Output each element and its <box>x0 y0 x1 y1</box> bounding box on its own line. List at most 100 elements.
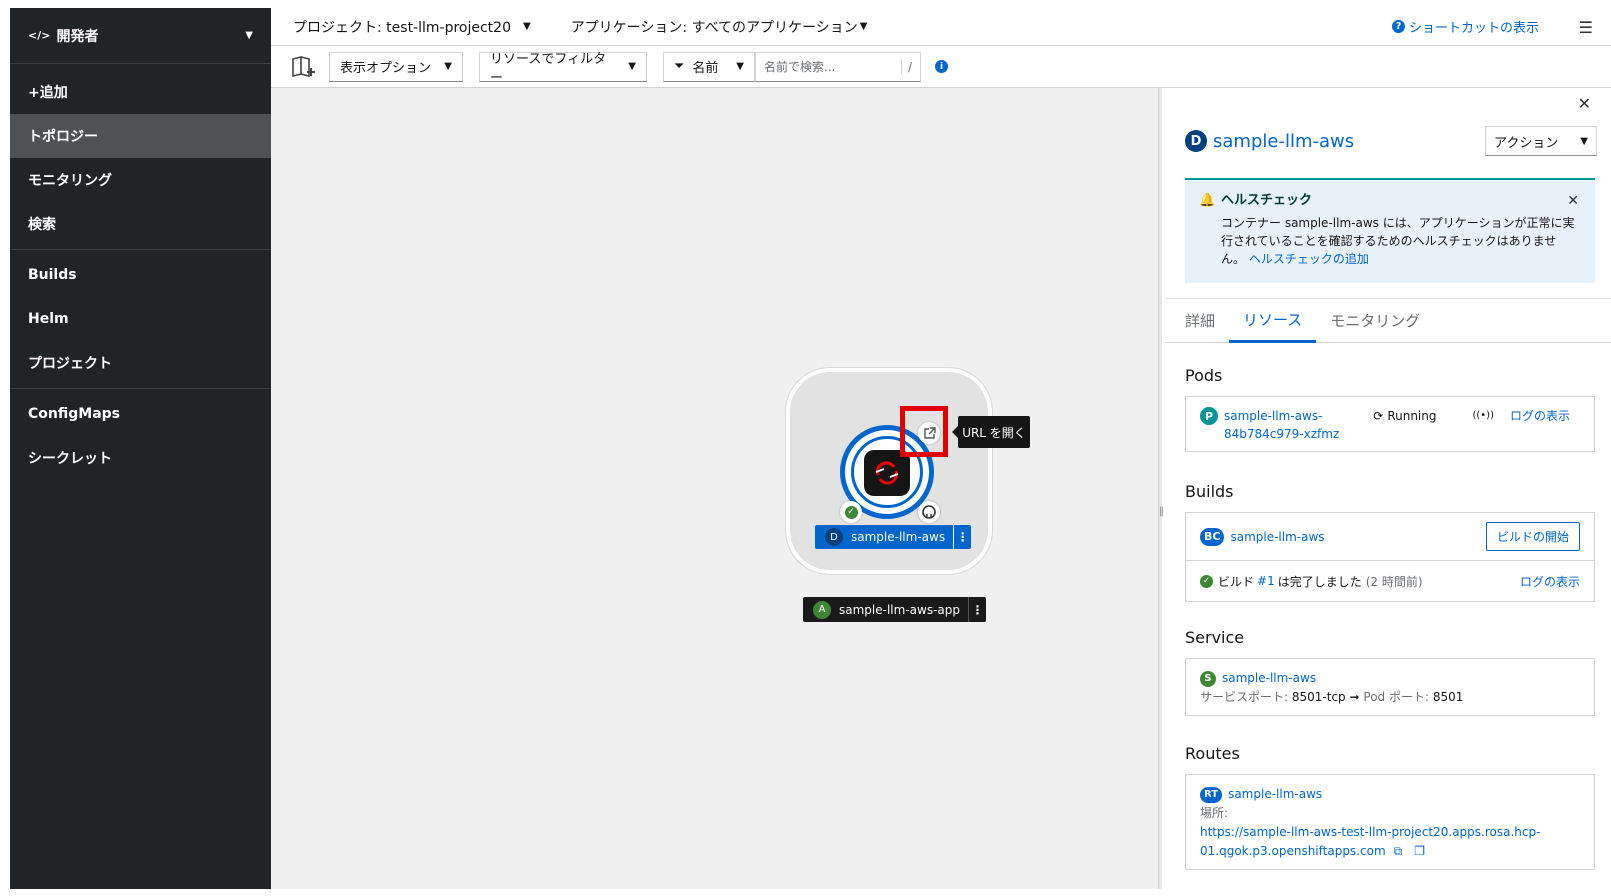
service-name[interactable]: sample-llm-aws <box>1222 669 1316 688</box>
check-circle-icon: ✓ <box>1200 574 1213 588</box>
copy-icon[interactable]: ❐ <box>1414 842 1425 861</box>
caret-down-icon: ▼ <box>522 21 531 32</box>
shortcuts-link[interactable]: ? ショートカットの表示 <box>1391 17 1539 36</box>
sidebar-item-configmaps[interactable]: ConfigMaps <box>10 392 271 436</box>
service-badge: S <box>1200 670 1216 687</box>
application-selector-label: アプリケーション: すべてのアプリケーション <box>570 19 858 36</box>
build-prefix: ビルド <box>1218 574 1255 589</box>
sidebar-item-helm[interactable]: Helm <box>10 297 271 341</box>
question-circle-icon: ? <box>1391 20 1405 33</box>
build-row: ✓ ビルド #1 は完了しました (2 時間前) ログの表示 <box>1186 561 1594 601</box>
external-link-icon[interactable]: ⧉ <box>1394 842 1403 861</box>
sidebar: </> 開発者 ▼ +追加 トポロジー モニタリング 検索 Builds Hel… <box>10 8 271 889</box>
route-badge: RT <box>1200 786 1223 803</box>
sidebar-divider <box>10 388 271 389</box>
sidebar-item-monitoring[interactable]: モニタリング <box>10 158 271 202</box>
sidebar-item-add[interactable]: +追加 <box>10 70 271 114</box>
filter-resources-dropdown[interactable]: リソースでフィルター ▼ <box>479 51 647 86</box>
route-name[interactable]: sample-llm-aws <box>1228 785 1322 804</box>
deployment-badge: D <box>1185 130 1207 152</box>
pod-badge: P <box>1200 407 1218 425</box>
route-card: RT sample-llm-aws 場所: https://sample-llm… <box>1185 774 1595 870</box>
perspective-switcher[interactable]: </> 開発者 ▼ <box>10 8 271 64</box>
close-icon[interactable]: ✕ <box>1567 192 1579 210</box>
sync-icon: ⟳ <box>1373 409 1384 423</box>
quick-search-book-icon[interactable] <box>291 55 317 78</box>
open-url-tooltip: URL を開く <box>952 416 1030 448</box>
sidebar-divider <box>10 249 271 250</box>
filter-type-label: 名前 <box>692 61 719 76</box>
build-config-name[interactable]: sample-llm-aws <box>1230 530 1324 544</box>
tab-monitoring[interactable]: モニタリング <box>1316 299 1434 343</box>
caret-down-icon: ▼ <box>444 61 452 72</box>
filter-resources-label: リソースでフィルター <box>490 51 607 86</box>
builds-section-title: Builds <box>1185 482 1234 501</box>
sidebar-item-builds[interactable]: Builds <box>10 253 271 297</box>
resource-tabs: 詳細 リソース モニタリング <box>1165 298 1611 343</box>
service-port-label: サービスポート: <box>1200 690 1289 704</box>
pod-row: P sample-llm-aws- 84b784c979-xzfmz ⟳ Run… <box>1185 396 1595 452</box>
build-view-logs-link[interactable]: ログの表示 <box>1520 573 1580 590</box>
pod-name-line1[interactable]: sample-llm-aws- <box>1224 407 1339 425</box>
application-name: sample-llm-aws-app <box>839 602 960 617</box>
caret-down-icon: ▼ <box>859 21 868 32</box>
sidebar-item-secrets[interactable]: シークレット <box>10 436 271 480</box>
close-icon[interactable]: ✕ <box>1578 94 1591 113</box>
filter-type-dropdown[interactable]: ⏷ 名前 ▼ <box>663 51 755 82</box>
topology-canvas[interactable] <box>271 88 1159 889</box>
github-icon[interactable] <box>918 501 940 523</box>
service-port-value: 8501-tcp <box>1291 690 1346 704</box>
tab-resources[interactable]: リソース <box>1229 299 1317 343</box>
project-selector-label: プロジェクト: test-llm-project20 <box>293 19 511 36</box>
route-url-line2[interactable]: 01.qgok.p3.openshiftapps.com <box>1200 842 1386 861</box>
pod-status-success-icon[interactable]: ✓ <box>840 501 862 523</box>
shortcuts-label: ショートカットの表示 <box>1408 21 1539 36</box>
build-number-link[interactable]: #1 <box>1257 574 1275 588</box>
caret-down-icon: ▼ <box>1580 135 1588 147</box>
build-suffix: は完了しました <box>1277 574 1362 589</box>
sidebar-item-project[interactable]: プロジェクト <box>10 341 271 385</box>
pod-view-logs-link[interactable]: ログの表示 <box>1510 407 1570 425</box>
service-card: S sample-llm-aws サービスポート: 8501-tcp ➞ Pod… <box>1185 658 1595 716</box>
code-icon: </> <box>28 29 51 42</box>
search-input[interactable]: 名前で検索... / <box>755 51 921 82</box>
resource-header: D sample-llm-aws <box>1185 130 1354 152</box>
route-url-line1[interactable]: https://sample-llm-aws-test-llm-project2… <box>1200 823 1580 842</box>
broadcast-icon: ((•)) <box>1472 410 1494 421</box>
caret-down-icon: ▼ <box>628 61 636 72</box>
resource-title[interactable]: sample-llm-aws <box>1213 131 1354 152</box>
application-selector[interactable]: アプリケーション: すべてのアプリケーション ▼ <box>571 17 868 37</box>
builds-card: BC sample-llm-aws ビルドの開始 ✓ ビルド #1 は完了しまし… <box>1185 512 1595 602</box>
sidebar-item-search[interactable]: 検索 <box>10 202 271 246</box>
display-options-dropdown[interactable]: 表示オプション ▼ <box>329 51 463 82</box>
deployment-node-name: sample-llm-aws <box>851 530 946 544</box>
build-config-row: BC sample-llm-aws ビルドの開始 <box>1186 513 1594 561</box>
add-health-checks-link[interactable]: ヘルスチェックの追加 <box>1249 252 1369 266</box>
application-label[interactable]: A sample-llm-aws-app ⋮ <box>803 597 986 622</box>
sidebar-item-topology[interactable]: トポロジー <box>10 114 271 158</box>
context-bar: プロジェクト: test-llm-project20 ▼ アプリケーション: す… <box>271 8 1611 46</box>
kebab-menu-icon[interactable]: ⋮ <box>953 525 971 549</box>
caret-down-icon: ▼ <box>245 30 253 41</box>
pod-port-label: Pod ポート: <box>1363 690 1430 704</box>
list-view-icon[interactable]: ☰ <box>1579 18 1593 37</box>
deployment-node-label[interactable]: D sample-llm-aws ⋮ <box>815 525 972 549</box>
info-icon[interactable]: i <box>935 60 948 73</box>
panel-resize-handle[interactable]: ‖ <box>1158 88 1164 889</box>
pod-port-value: 8501 <box>1432 690 1464 704</box>
routes-section-title: Routes <box>1185 744 1240 763</box>
start-build-button[interactable]: ビルドの開始 <box>1485 522 1580 551</box>
arrow-right-icon: ➞ <box>1349 690 1360 704</box>
filter-icon: ⏷ <box>674 59 685 74</box>
bell-icon: 🔔 <box>1199 193 1216 208</box>
perspective-label: 開発者 <box>56 28 99 45</box>
grip-icon: ‖ <box>1159 506 1164 517</box>
project-selector[interactable]: プロジェクト: test-llm-project20 ▼ <box>293 17 531 37</box>
app-frame: </> 開発者 ▼ +追加 トポロジー モニタリング 検索 Builds Hel… <box>0 0 1611 896</box>
build-time: (2 時間前) <box>1365 574 1423 589</box>
actions-dropdown[interactable]: アクション ▼ <box>1485 126 1597 156</box>
tab-details[interactable]: 詳細 <box>1171 299 1229 343</box>
application-badge: A <box>813 600 831 619</box>
kebab-menu-icon[interactable]: ⋮ <box>967 597 986 622</box>
pod-name-line2[interactable]: 84b784c979-xzfmz <box>1224 425 1339 443</box>
